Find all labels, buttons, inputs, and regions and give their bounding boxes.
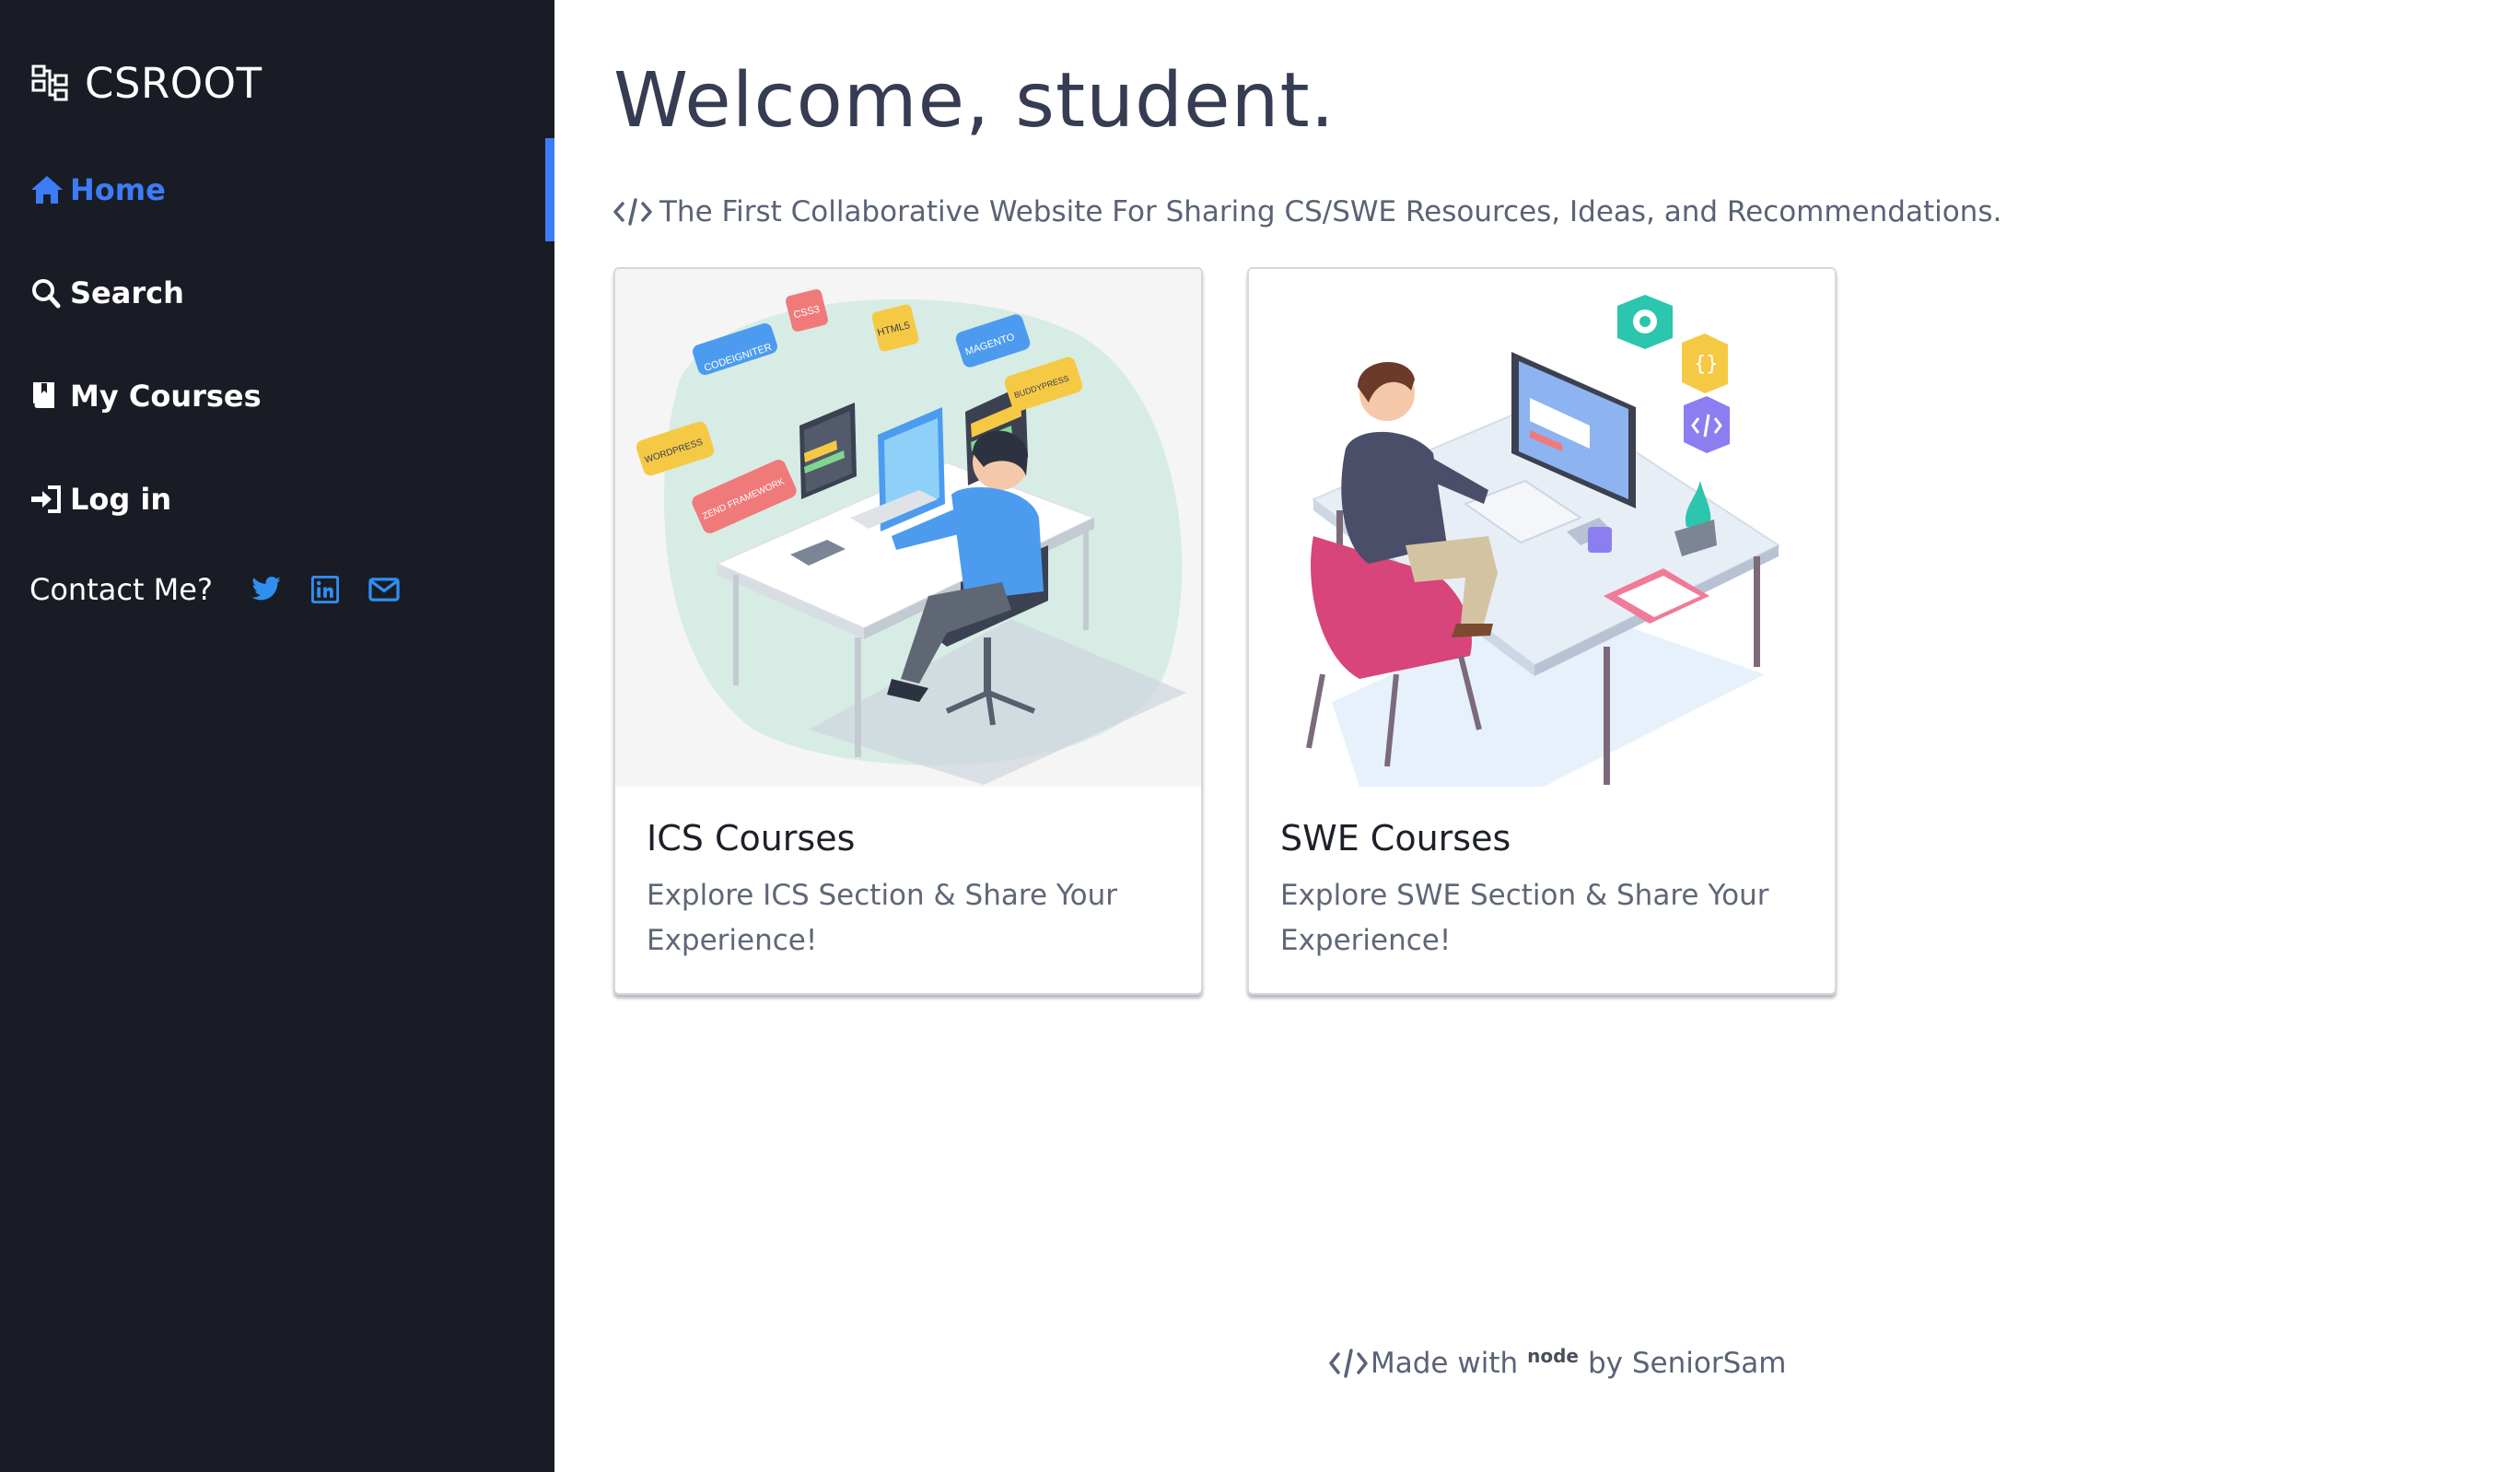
nav-label-my-courses: My Courses — [70, 379, 262, 414]
footer: Made with node by SeniorSam — [1328, 1345, 1787, 1380]
nav-item-login[interactable]: Log in — [0, 448, 554, 551]
nav-label-search: Search — [70, 275, 184, 310]
footer-made-with: Made with — [1371, 1347, 1519, 1380]
linkedin-icon — [310, 576, 339, 603]
node-logo: node — [1527, 1345, 1579, 1367]
brand[interactable]: CSROOT — [31, 59, 262, 108]
brand-name: CSROOT — [85, 59, 262, 108]
main-content: Welcome, student. The First Collaborativ… — [554, 0, 2520, 1472]
card-title: ICS Courses — [647, 818, 856, 859]
developer-desk-illustration: CODEIGNITER CSS3 HTML5 MAGENTO BUDDYPRES… — [615, 269, 1201, 787]
card-title: SWE Courses — [1280, 818, 1511, 859]
ics-courses-card[interactable]: CODEIGNITER CSS3 HTML5 MAGENTO BUDDYPRES… — [613, 267, 1203, 995]
code-icon — [613, 198, 652, 226]
twitter-icon — [251, 577, 281, 601]
contact-label: Contact Me? — [29, 572, 213, 607]
card-text: Explore ICS Section & Share Your Experie… — [647, 879, 1118, 957]
card-text: Explore SWE Section & Share Your Experie… — [1280, 879, 1769, 957]
svg-text:{}: {} — [1694, 353, 1719, 376]
twitter-link[interactable] — [248, 571, 285, 608]
sitemap-icon — [31, 64, 68, 100]
linkedin-link[interactable] — [307, 571, 344, 608]
code-icon — [1329, 1349, 1368, 1378]
swe-courses-card[interactable]: {} SWE Courses Explore SWE Section & Sha… — [1247, 267, 1837, 995]
footer-author: by SeniorSam — [1587, 1347, 1787, 1380]
nav-item-search[interactable]: Search — [0, 241, 554, 345]
nav-label-home: Home — [70, 172, 166, 207]
nav-item-my-courses[interactable]: My Courses — [0, 345, 554, 448]
tagline: The First Collaborative Website For Shar… — [613, 195, 2001, 228]
tagline-text: The First Collaborative Website For Shar… — [659, 195, 2002, 228]
search-icon — [32, 279, 61, 309]
nav-label-login: Log in — [70, 482, 172, 517]
page-title: Welcome, student. — [613, 57, 1336, 145]
nav-item-home[interactable]: Home — [0, 138, 554, 241]
envelope-icon — [368, 578, 400, 602]
home-icon — [31, 176, 63, 204]
app-root: CSROOT Home Search My Courses Log in Con… — [0, 0, 2520, 1472]
email-link[interactable] — [366, 571, 402, 608]
sign-in-icon — [31, 485, 61, 513]
contact-section: Contact Me? — [29, 571, 402, 608]
sidebar: CSROOT Home Search My Courses Log in Con… — [0, 0, 554, 1472]
book-icon — [33, 382, 54, 408]
developer-workstation-illustration: {} — [1249, 269, 1835, 787]
